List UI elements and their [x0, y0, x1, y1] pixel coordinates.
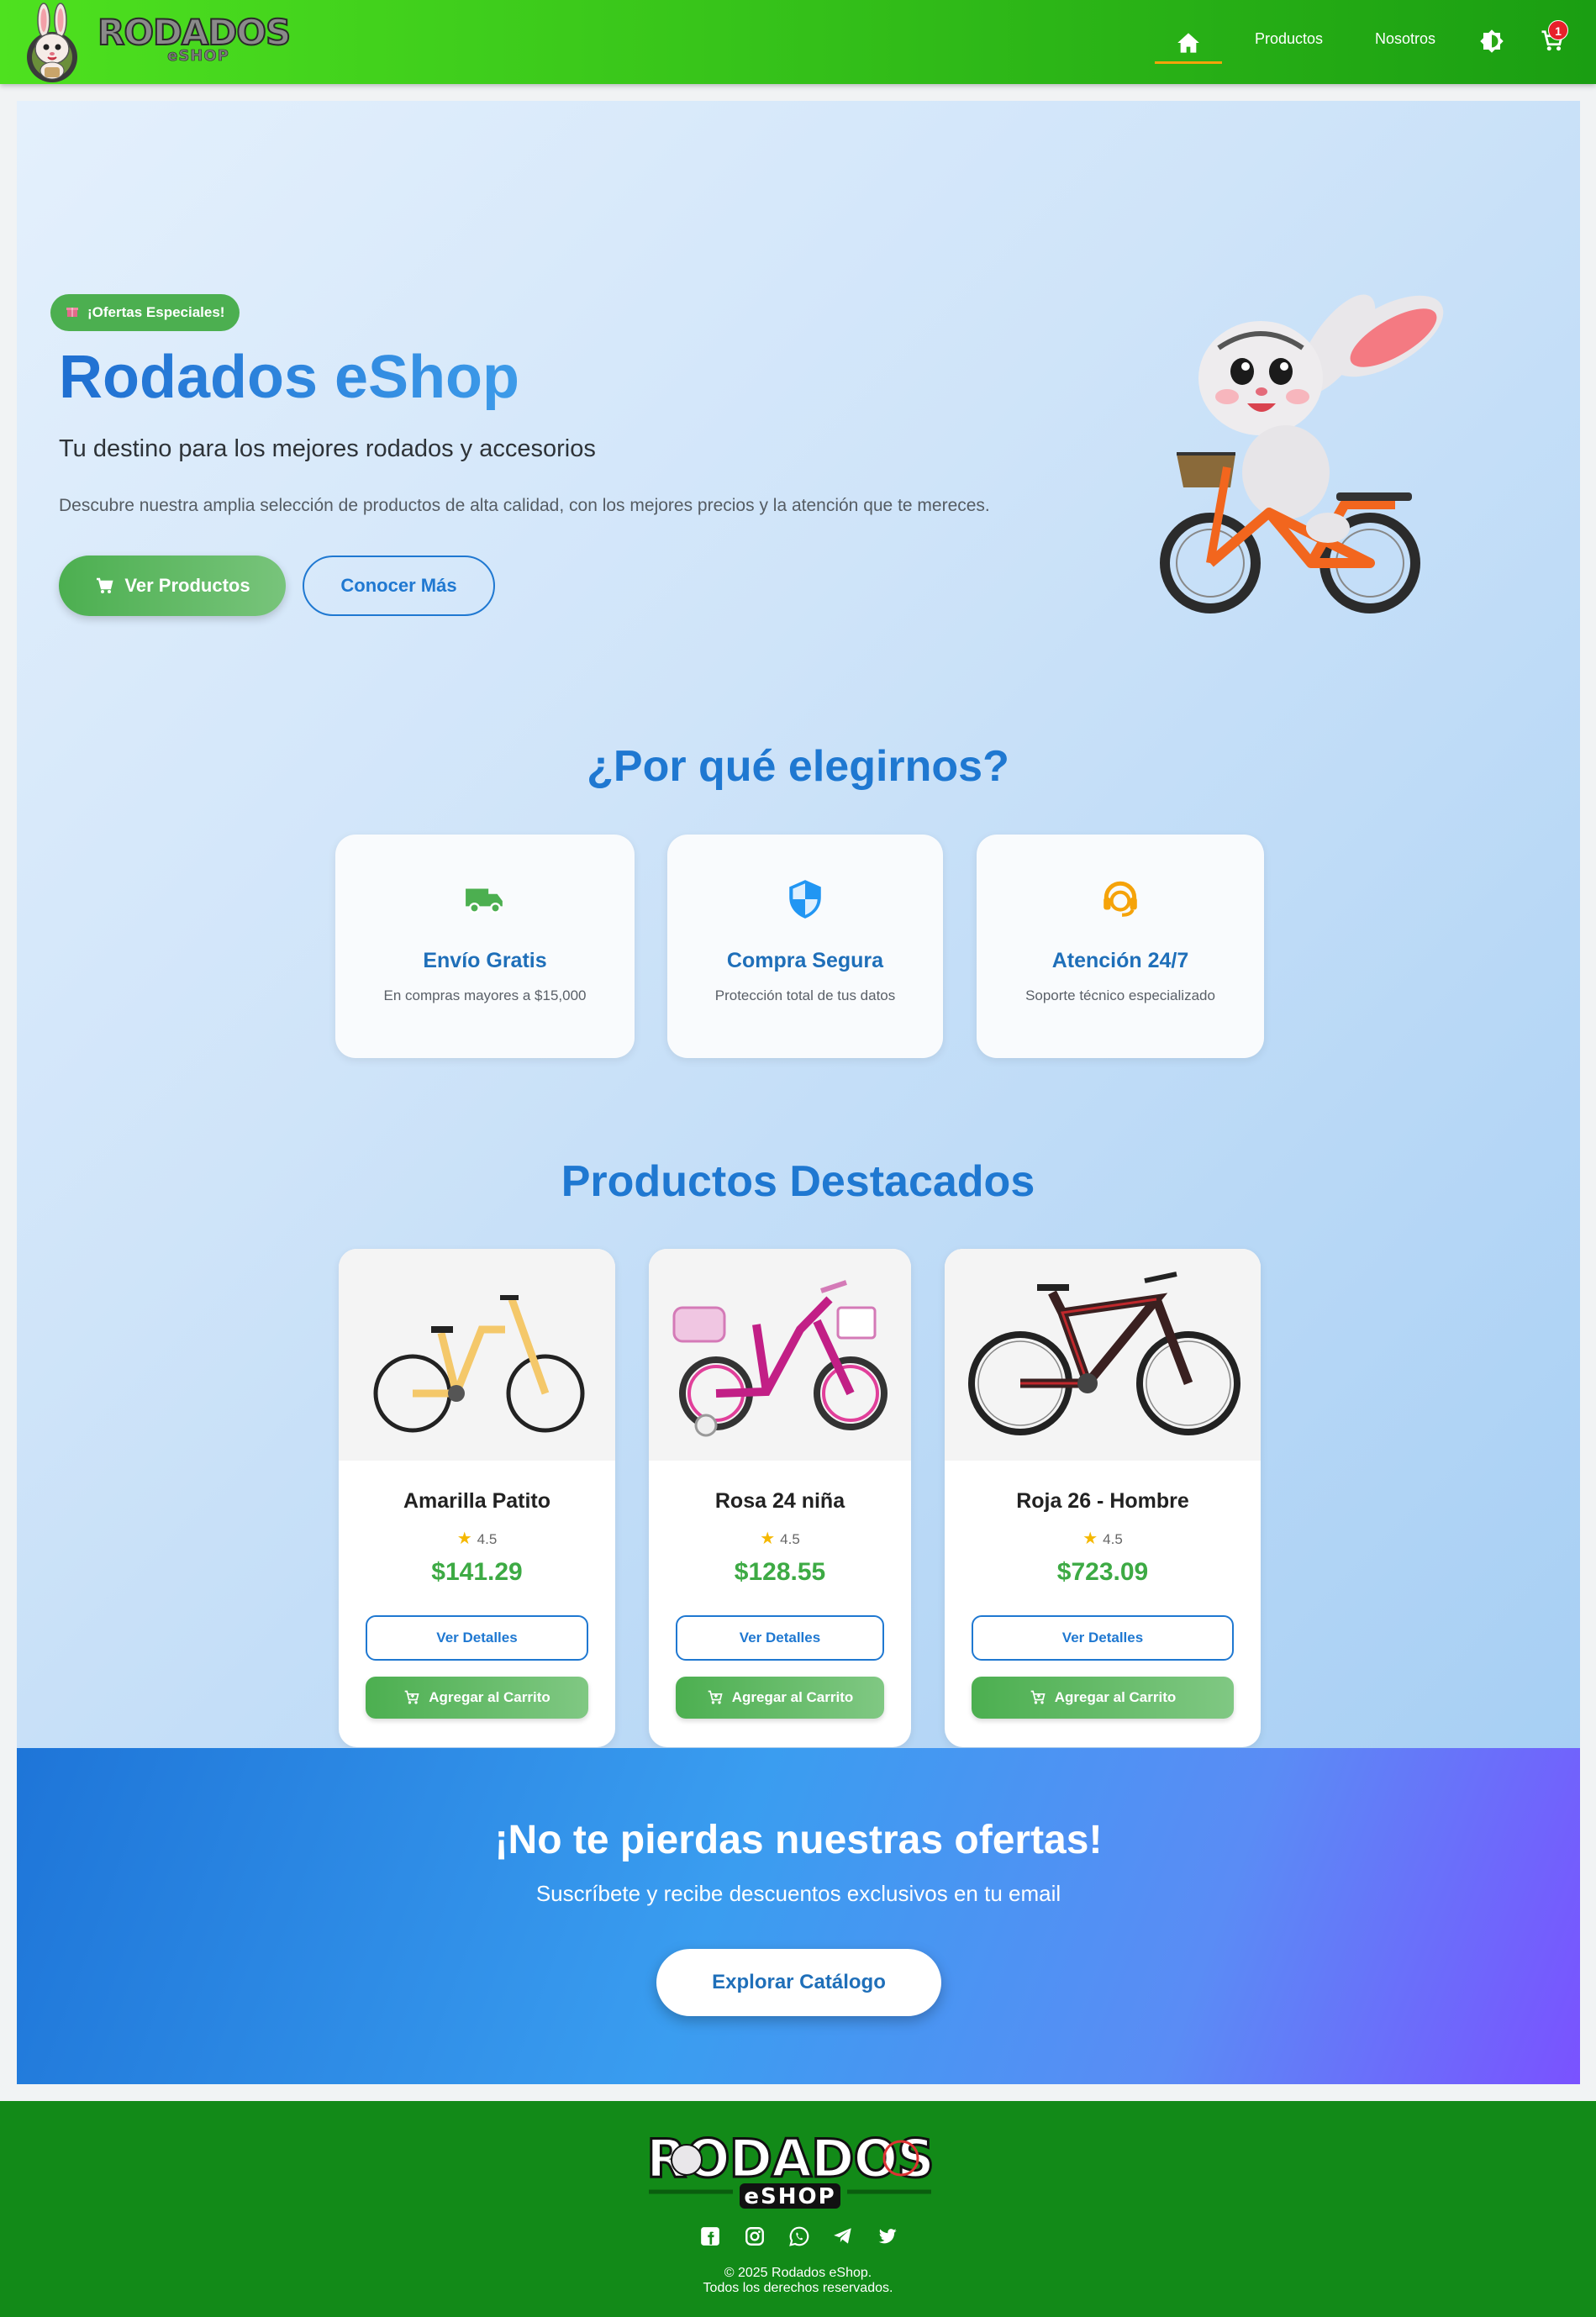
nav-about[interactable]: Nosotros	[1375, 30, 1435, 48]
view-details-button[interactable]: Ver Detalles	[366, 1615, 588, 1661]
truck-icon	[466, 888, 503, 914]
special-offers-badge: ¡Ofertas Especiales!	[50, 294, 240, 331]
home-icon	[1177, 33, 1199, 53]
feature-name: Compra Segura	[726, 949, 884, 972]
product-rating: ★ 4.5	[945, 1528, 1261, 1549]
add-to-cart-label: Agregar al Carrito	[429, 1689, 550, 1705]
featured-products-title: Productos Destacados	[561, 1157, 1035, 1206]
hero-description: Descubre nuestra amplia selección de pro…	[59, 496, 990, 515]
hero-title: Rodados eShop	[59, 344, 520, 411]
newsletter-cta-section: ¡No te pierdas nuestras ofertas! Suscríb…	[17, 1748, 1580, 2084]
brand-wordmark: RODADOS eSHOP	[97, 13, 299, 66]
nav-products[interactable]: Productos	[1255, 30, 1323, 48]
feature-desc: En compras mayores a $15,000	[383, 987, 587, 1003]
navbar: RODADOS eSHOP Productos Nosotros 1	[0, 0, 1596, 84]
instagram-icon[interactable]	[744, 2225, 766, 2247]
product-price: $141.29	[431, 1558, 523, 1586]
product-name[interactable]: Roja 26 - Hombre	[945, 1489, 1261, 1514]
view-details-button[interactable]: Ver Detalles	[972, 1615, 1234, 1661]
nav-home[interactable]	[1155, 22, 1222, 64]
view-products-label: Ver Productos	[124, 575, 250, 596]
feature-desc: Soporte técnico especializado	[1025, 987, 1215, 1003]
feature-card-support: Atención 24/7 Soporte técnico especializ…	[977, 835, 1264, 1058]
copyright-line-2: Todos los derechos reservados.	[703, 2281, 893, 2295]
bunny-on-bike-illustration	[1160, 294, 1444, 613]
product-price: $723.09	[1056, 1558, 1149, 1586]
star-icon: ★	[456, 1530, 472, 1548]
add-to-cart-label: Agregar al Carrito	[1054, 1689, 1177, 1705]
footer-brand-subname: eSHOP	[744, 2184, 835, 2209]
feature-name: Atención 24/7	[1051, 949, 1189, 972]
product-image-red-mtb-bike	[945, 1249, 1261, 1461]
why-choose-us-title: ¿Por qué elegirnos?	[587, 742, 1009, 791]
product-image-pink-kids-bike	[649, 1249, 911, 1461]
add-to-cart-label: Agregar al Carrito	[731, 1689, 854, 1705]
rating-value: 4.5	[477, 1531, 498, 1547]
learn-more-button[interactable]: Conocer Más	[303, 556, 495, 616]
add-to-cart-button[interactable]: Agregar al Carrito	[676, 1677, 884, 1719]
cart-count-badge: 1	[1548, 20, 1568, 40]
rating-value: 4.5	[1103, 1531, 1123, 1547]
theme-toggle-icon[interactable]	[1479, 29, 1504, 54]
brand-logo[interactable]: RODADOS eSHOP	[22, 2, 292, 82]
view-products-button[interactable]: Ver Productos	[59, 556, 286, 616]
copyright-line-1: © 2025 Rodados eShop.	[724, 2266, 872, 2280]
add-cart-icon	[404, 1690, 419, 1704]
footer-brand-logo: RODADOS eSHOP	[645, 2127, 936, 2210]
product-card[interactable]: Roja 26 - Hombre ★ 4.5 $723.09 Ver Detall…	[945, 1249, 1261, 1747]
whatsapp-icon[interactable]	[788, 2225, 810, 2247]
product-name[interactable]: Rosa 24 niña	[649, 1489, 911, 1514]
product-image-yellow-folding-bike	[339, 1249, 615, 1461]
facebook-icon[interactable]	[699, 2225, 721, 2247]
telegram-icon[interactable]	[832, 2225, 854, 2247]
product-card[interactable]: Rosa 24 niña ★ 4.5 $128.55 Ver Detalles A…	[649, 1249, 911, 1747]
footer-copyright: © 2025 Rodados eShop. Todos los derechos…	[0, 2266, 1596, 2296]
product-price: $128.55	[734, 1558, 826, 1586]
twitter-icon[interactable]	[877, 2225, 898, 2247]
cta-title: ¡No te pierdas nuestras ofertas!	[494, 1818, 1103, 1862]
product-name[interactable]: Amarilla Patito	[339, 1489, 615, 1514]
support-agent-icon	[1104, 881, 1137, 917]
add-to-cart-button[interactable]: Agregar al Carrito	[366, 1677, 588, 1719]
hero-subtitle: Tu destino para los mejores rodados y ac…	[59, 435, 596, 462]
add-to-cart-button[interactable]: Agregar al Carrito	[972, 1677, 1234, 1719]
product-rating: ★ 4.5	[339, 1528, 615, 1549]
add-cart-icon	[1030, 1690, 1046, 1704]
feature-card-secure-purchase: Compra Segura Protección total de tus da…	[667, 835, 943, 1058]
add-cart-icon	[708, 1690, 723, 1704]
star-icon: ★	[760, 1530, 776, 1548]
cart-icon	[97, 577, 113, 593]
rating-value: 4.5	[780, 1531, 800, 1547]
feature-card-free-shipping: Envío Gratis En compras mayores a $15,00…	[335, 835, 635, 1058]
shield-icon	[789, 880, 821, 919]
view-details-button[interactable]: Ver Detalles	[676, 1615, 884, 1661]
feature-desc: Protección total de tus datos	[714, 987, 896, 1003]
product-rating: ★ 4.5	[649, 1528, 911, 1549]
special-offers-label: ¡Ofertas Especiales!	[87, 304, 225, 320]
gift-icon	[66, 304, 79, 322]
cta-subtitle: Suscríbete y recibe descuentos exclusivo…	[535, 1881, 1061, 1906]
explore-catalog-button[interactable]: Explorar Catálogo	[656, 1949, 941, 2016]
bunny-logo-icon	[27, 3, 77, 82]
star-icon: ★	[1082, 1530, 1098, 1548]
footer: RODADOS eSHOP © 2025 Rodados eShop. Todo…	[0, 2101, 1596, 2317]
feature-name: Envío Gratis	[423, 949, 547, 972]
product-card[interactable]: Amarilla Patito ★ 4.5 $141.29 Ver Detalle…	[339, 1249, 615, 1747]
main-content: ¡Ofertas Especiales! Rodados eShop Tu de…	[17, 101, 1580, 1748]
